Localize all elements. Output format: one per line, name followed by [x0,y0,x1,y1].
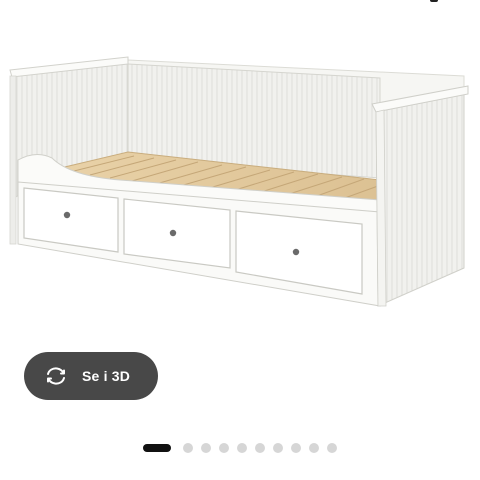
product-gallery: Se i 3D [0,0,480,480]
carousel-dot-8[interactable] [291,443,301,453]
rotate-3d-icon [44,364,68,388]
carousel-dot-9[interactable] [309,443,319,453]
view-in-3d-label: Se i 3D [82,368,131,384]
carousel-pagination [0,441,480,455]
carousel-dot-10[interactable] [327,443,337,453]
carousel-dot-5[interactable] [237,443,247,453]
carousel-dot-3[interactable] [201,443,211,453]
carousel-dot-7[interactable] [273,443,283,453]
carousel-dot-6[interactable] [255,443,265,453]
carousel-dot-4[interactable] [219,443,229,453]
carousel-dot-1[interactable] [143,444,171,452]
carousel-dot-2[interactable] [183,443,193,453]
view-in-3d-button[interactable]: Se i 3D [24,352,158,400]
product-image[interactable] [0,0,480,330]
